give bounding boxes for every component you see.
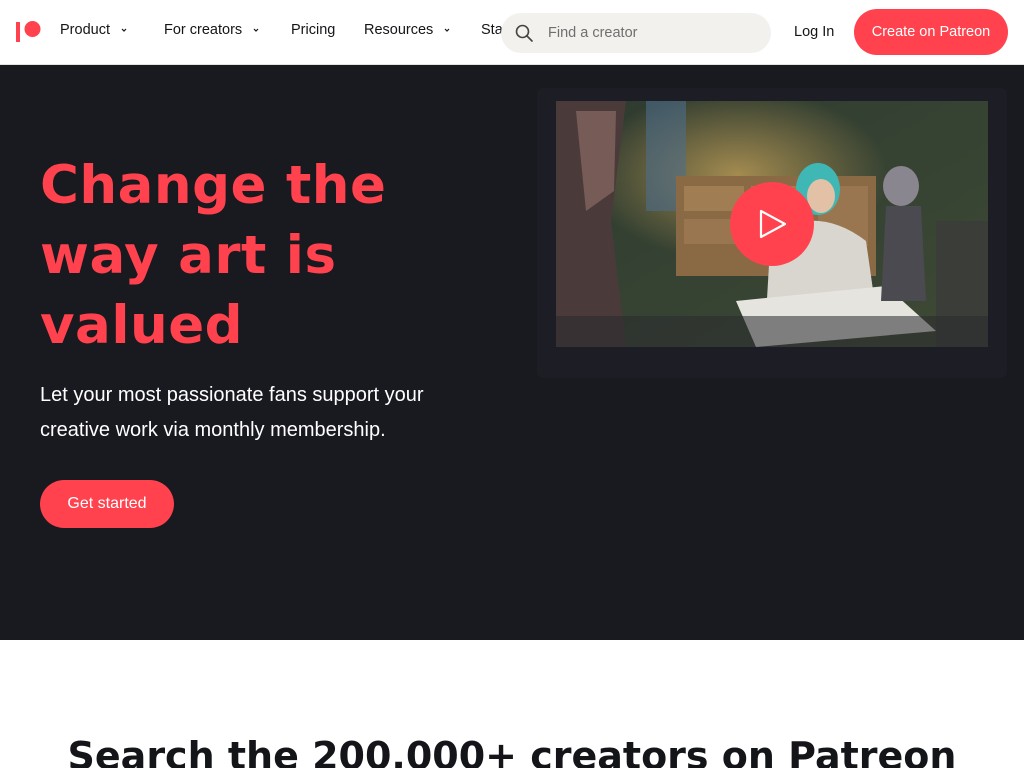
nav-starter-kits[interactable]: Sta bbox=[481, 22, 503, 38]
hero-headline-line: way art is bbox=[40, 225, 337, 286]
nav-pricing-label: Pricing bbox=[291, 22, 336, 38]
hero-headline-line: valued bbox=[40, 295, 244, 356]
nav-resources[interactable]: Resources bbox=[364, 22, 452, 38]
login-link[interactable]: Log In bbox=[794, 24, 834, 40]
chevron-down-icon bbox=[121, 28, 127, 32]
nav-starter-kits-label: Sta bbox=[481, 22, 503, 38]
nav-for-creators[interactable]: For creators bbox=[164, 22, 261, 38]
chevron-down-icon bbox=[444, 28, 450, 32]
top-nav: Product For creators Pricing Resources S… bbox=[0, 0, 1024, 65]
search-icon bbox=[515, 24, 533, 42]
hero-subtitle: Let your most passionate fans support yo… bbox=[40, 384, 424, 441]
nav-product[interactable]: Product bbox=[60, 22, 129, 38]
chevron-down-icon bbox=[253, 28, 259, 32]
nav-product-label: Product bbox=[60, 22, 110, 38]
hero-headline-line: Change the bbox=[40, 155, 387, 216]
search-input[interactable] bbox=[548, 23, 758, 43]
nav-pricing[interactable]: Pricing bbox=[291, 22, 335, 38]
nav-resources-label: Resources bbox=[364, 22, 434, 38]
search-section-title: Search the 200,000+ creators on Patreon bbox=[67, 734, 957, 768]
hero-headline: Change the way art is valued bbox=[40, 151, 480, 361]
play-icon bbox=[759, 209, 787, 239]
create-on-patreon-button[interactable]: Create on Patreon bbox=[854, 9, 1008, 55]
creator-search[interactable] bbox=[501, 13, 771, 53]
patreon-logo-icon[interactable] bbox=[16, 20, 42, 44]
play-button[interactable] bbox=[730, 182, 814, 266]
nav-for-creators-label: For creators bbox=[164, 22, 243, 38]
get-started-button[interactable]: Get started bbox=[40, 480, 174, 528]
